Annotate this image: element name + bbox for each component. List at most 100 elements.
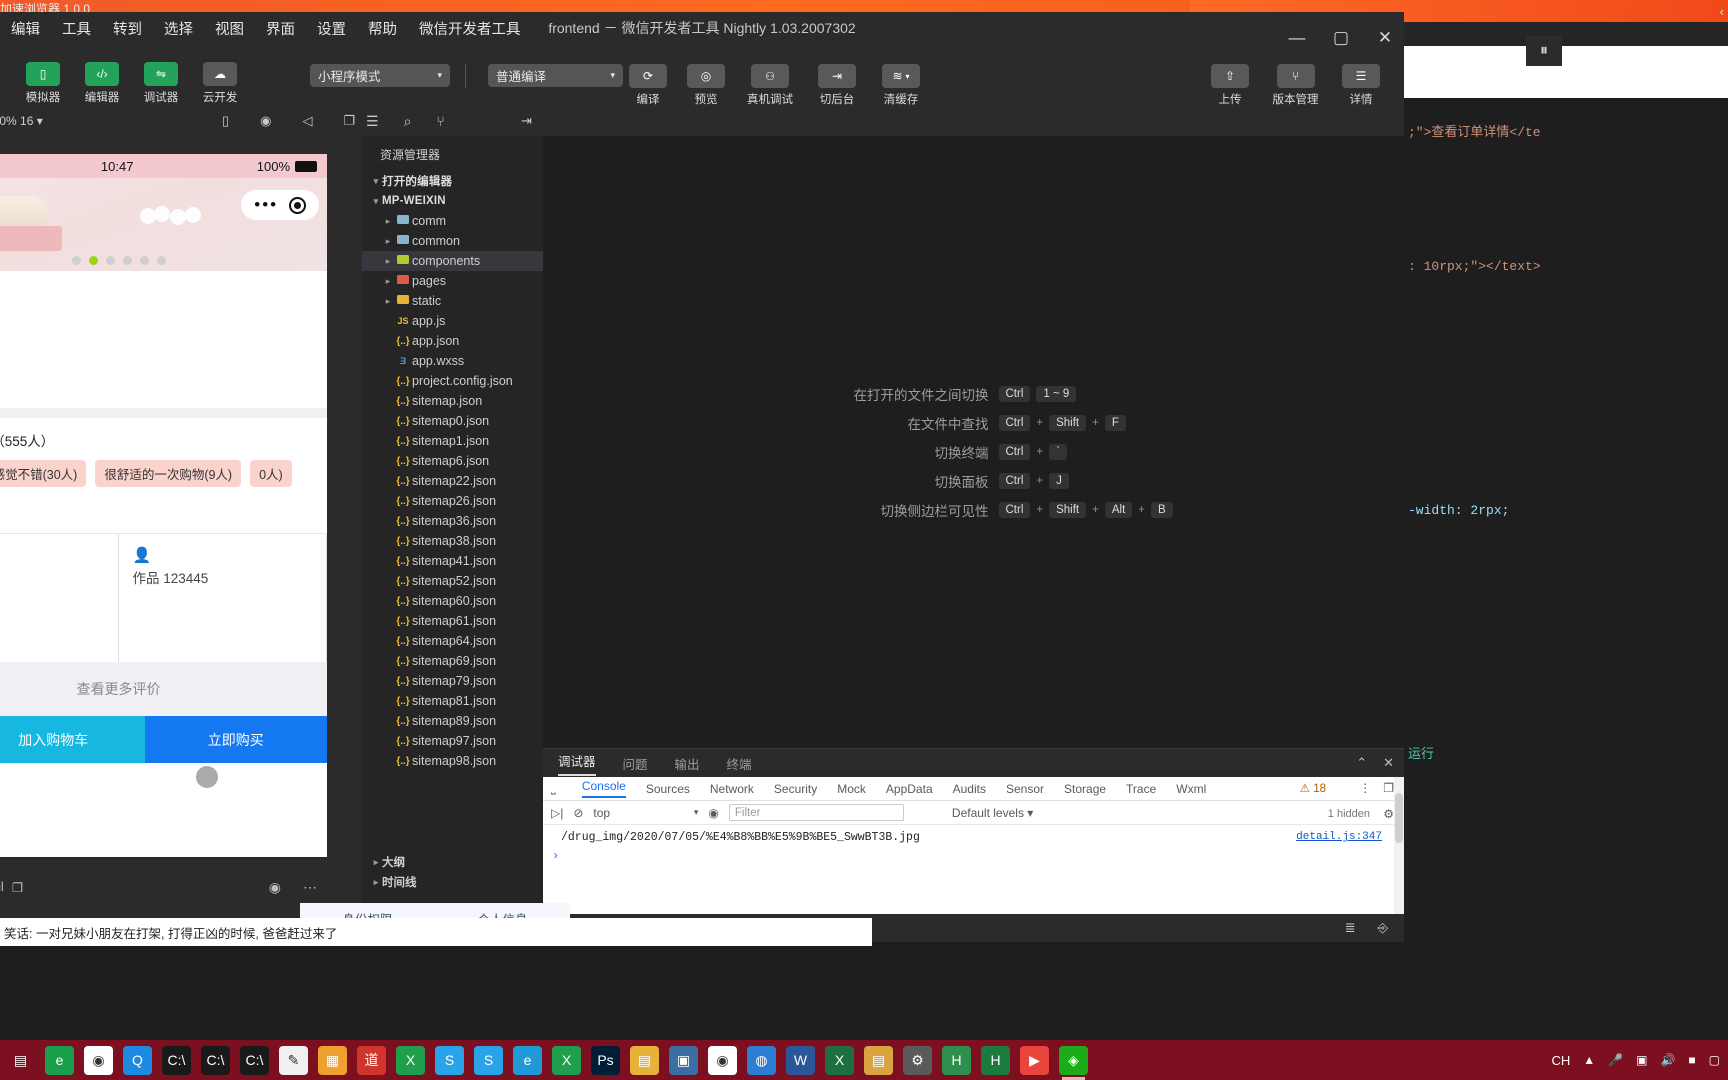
clear-console-icon[interactable]: ⊘ — [573, 806, 583, 820]
explorer-item-sitemap6-json[interactable]: {..} sitemap6.json — [362, 451, 543, 471]
view-more-reviews-button[interactable]: 查看更多评价 — [0, 662, 327, 716]
preview-button[interactable]: ◎ 预览 — [683, 64, 729, 107]
hbx-icon[interactable]: H — [981, 1045, 1010, 1075]
details-button[interactable]: ☰ 详情 — [1338, 64, 1384, 107]
chevron-right-icon[interactable]: ▸ — [382, 276, 394, 287]
copy-icon[interactable]: ❐ — [12, 880, 23, 895]
ie-icon[interactable]: e — [513, 1045, 542, 1075]
explorer-item-sitemap89-json[interactable]: {..} sitemap89.json — [362, 711, 543, 731]
clear-cache-button[interactable]: ≋ ▾ 清缓存 — [875, 64, 927, 107]
carousel-dot-1[interactable] — [88, 256, 98, 265]
explorer-item-sitemap41-json[interactable]: {..} sitemap41.json — [362, 551, 543, 571]
hbuilder-icon[interactable]: H — [942, 1045, 971, 1075]
console-filter-input[interactable]: Filter — [728, 804, 904, 821]
tab-wxml[interactable]: Wxml — [1176, 782, 1206, 796]
devtools-warning-badge[interactable]: ⚠ 18 — [1300, 781, 1326, 795]
tab-security[interactable]: Security — [774, 782, 817, 796]
app-icon[interactable]: ▣ — [669, 1045, 698, 1075]
explorer-item-sitemap64-json[interactable]: {..} sitemap64.json — [362, 631, 543, 651]
explorer-item-sitemap98-json[interactable]: {..} sitemap98.json — [362, 751, 543, 771]
sogou-icon[interactable]: S — [474, 1045, 503, 1075]
explorer-item-sitemap0-json[interactable]: {..} sitemap0.json — [362, 411, 543, 431]
folder2-icon[interactable]: ▤ — [864, 1045, 893, 1075]
carousel-dot-5[interactable] — [156, 256, 166, 265]
chrome-icon[interactable]: ◉ — [84, 1045, 113, 1075]
notification-icon[interactable]: ▢ — [1709, 1053, 1720, 1067]
console-prompt[interactable]: › — [543, 849, 1404, 863]
qq-browser-icon[interactable]: Q — [123, 1045, 152, 1075]
tab-output[interactable]: 输出 — [675, 754, 700, 773]
collapse-panel-icon[interactable]: ⌃ — [1356, 755, 1367, 771]
collapse-sidebar-icon[interactable]: ⇥ — [521, 113, 532, 129]
add-to-cart-button[interactable]: 加入购物车 — [0, 716, 145, 763]
explorer-item-sitemap69-json[interactable]: {..} sitemap69.json — [362, 651, 543, 671]
console-log-source[interactable]: detail.js:347 — [1296, 831, 1382, 843]
review-tag[interactable]: 感觉不错(30人) — [0, 460, 87, 487]
explorer-item-sitemap97-json[interactable]: {..} sitemap97.json — [362, 731, 543, 751]
photoshop-icon[interactable]: Ps — [591, 1045, 620, 1075]
execution-context-select[interactable]: top ▾ — [593, 806, 698, 820]
buy-now-button[interactable]: 立即购买 — [144, 716, 327, 763]
explorer-section-timeline[interactable]: ▸ 时间线 — [362, 872, 543, 892]
minimize-button[interactable]: — — [1284, 28, 1310, 48]
sidebar-toggle-icon[interactable]: ▷| — [551, 806, 563, 820]
menu-item-view[interactable]: 视图 — [212, 16, 247, 41]
explorer-item-project-config-json[interactable]: {..} project.config.json — [362, 371, 543, 391]
explorer-item-pages[interactable]: ▸ pages — [362, 271, 543, 291]
tab-trace[interactable]: Trace — [1126, 782, 1156, 796]
tab-terminal[interactable]: 终端 — [727, 754, 752, 773]
explorer-item-static[interactable]: ▸ static — [362, 291, 543, 311]
simulator-scroll-thumb[interactable] — [196, 766, 218, 788]
editplus-icon[interactable]: ✎ — [279, 1045, 308, 1075]
explorer-item-sitemap52-json[interactable]: {..} sitemap52.json — [362, 571, 543, 591]
phone-icon[interactable]: ▯ — [222, 113, 229, 129]
mode-select[interactable]: 小程序模式 ▾ — [310, 64, 450, 87]
menu-item-devtools[interactable]: 微信开发者工具 — [416, 16, 524, 41]
chrome2-icon[interactable]: ◉ — [708, 1045, 737, 1075]
explorer-item-sitemap-json[interactable]: {..} sitemap.json — [362, 391, 543, 411]
console-log-entry[interactable]: /drug_img/2020/07/05/%E4%B8%BB%E5%9B%BE5… — [543, 825, 1404, 844]
pause-button[interactable]: ⏸ — [1526, 36, 1562, 66]
explorer-item-app-wxss[interactable]: Ǝapp.wxss — [362, 351, 543, 371]
tab-sources[interactable]: Sources — [646, 782, 690, 796]
cmd-icon[interactable]: C:\ — [162, 1045, 191, 1075]
upload-button[interactable]: ⇧ 上传 — [1207, 64, 1253, 107]
tab-debugger[interactable]: 调试器 — [558, 751, 596, 776]
explorer-item-sitemap38-json[interactable]: {..} sitemap38.json — [362, 531, 543, 551]
explorer-item-common[interactable]: ▸ common — [362, 231, 543, 251]
compile-button[interactable]: ⟳ 编译 — [625, 64, 671, 107]
edge-icon[interactable]: e — [45, 1045, 74, 1075]
tab-network[interactable]: Network — [710, 782, 754, 796]
explorer-item-app-js[interactable]: JS app.js — [362, 311, 543, 331]
carousel-dot-2[interactable] — [105, 256, 115, 265]
log-levels-select[interactable]: Default levels ▾ — [952, 806, 1033, 820]
menu-item-settings[interactable]: 设置 — [314, 16, 349, 41]
product-detail-tab[interactable]: 品详情 — [0, 364, 327, 408]
version-control-button[interactable]: ⑂ 版本管理 — [1268, 64, 1323, 107]
terminal-icon[interactable]: ⎆ — [1378, 921, 1388, 936]
explorer-section-outline[interactable]: ▸ 大纲 — [362, 852, 543, 872]
carousel-dot-0[interactable] — [71, 256, 81, 265]
window-icon[interactable]: ❐ — [344, 113, 356, 129]
settings-icon[interactable]: ⚙ — [903, 1045, 932, 1075]
zoom-level-label[interactable]: us 100% 16 ▾ — [0, 114, 43, 128]
tab-console[interactable]: Console — [581, 779, 626, 798]
explorer-section-open-editors[interactable]: ▾ 打开的编辑器 — [362, 171, 543, 191]
menu-item-goto[interactable]: 转到 — [110, 16, 145, 41]
carousel-dot-4[interactable] — [139, 256, 149, 265]
youdao-icon[interactable]: 道 — [357, 1045, 386, 1075]
gear-icon[interactable]: ⚙ — [1383, 807, 1394, 821]
explorer-item-sitemap61-json[interactable]: {..} sitemap61.json — [362, 611, 543, 631]
dock-icon[interactable]: ❐ — [1383, 781, 1394, 795]
wechat-devtools-icon[interactable]: ◈ — [1059, 1045, 1088, 1080]
list-icon[interactable]: ≣ — [1345, 921, 1356, 936]
review-card[interactable]: 👤 作品 123445 — [119, 534, 327, 662]
network-icon[interactable]: ▣ — [1636, 1053, 1647, 1067]
close-button[interactable]: ✕ — [1372, 28, 1398, 48]
menu-item-interface[interactable]: 界面 — [263, 16, 298, 41]
menu-item-select[interactable]: 选择 — [161, 16, 196, 41]
chevron-right-icon[interactable]: ▸ — [382, 236, 394, 247]
chevron-up-icon[interactable]: ▲ — [1583, 1053, 1595, 1067]
source-control-icon[interactable]: ⑂ — [436, 113, 444, 130]
word-icon[interactable]: W — [786, 1045, 815, 1075]
